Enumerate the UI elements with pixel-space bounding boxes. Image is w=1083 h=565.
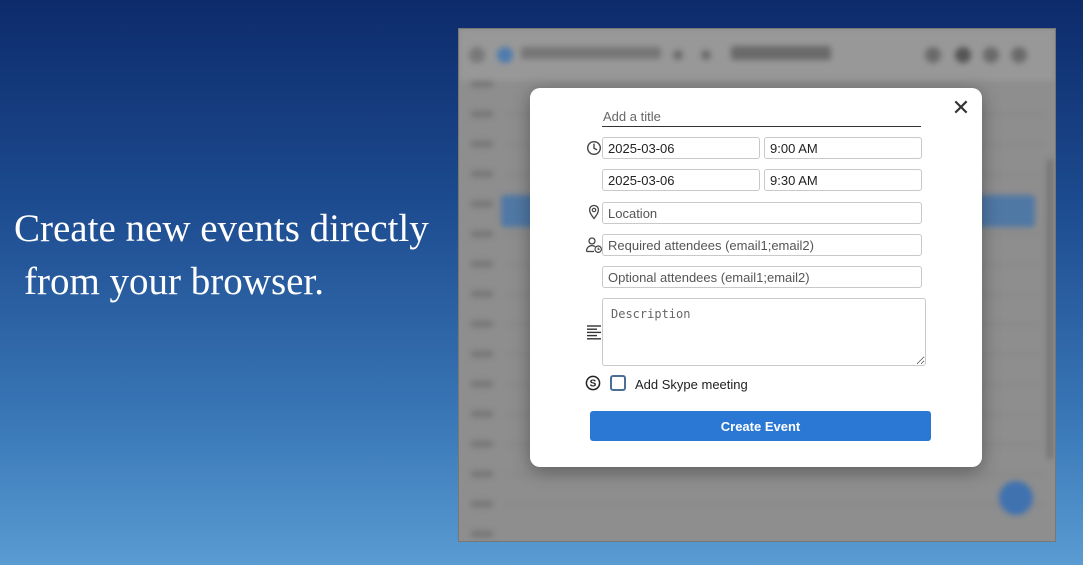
end-time-field[interactable]: [764, 169, 922, 191]
skype-icon: S: [585, 375, 601, 391]
align-left-icon: [587, 325, 601, 340]
clock-icon: [586, 140, 602, 156]
skype-meeting-label: Add Skype meeting: [635, 377, 748, 392]
start-time-field[interactable]: [764, 137, 922, 159]
optional-attendees-input[interactable]: [602, 266, 922, 288]
close-icon[interactable]: ✕: [950, 98, 972, 120]
start-date-field[interactable]: [602, 137, 760, 159]
promo-text: Create new events directly from your bro…: [14, 202, 454, 308]
title-input[interactable]: [602, 106, 921, 127]
location-input[interactable]: [602, 202, 922, 224]
end-date-field[interactable]: [602, 169, 760, 191]
attendees-icon: [585, 237, 603, 254]
description-textarea[interactable]: [602, 298, 926, 366]
required-attendees-input[interactable]: [602, 234, 922, 256]
skype-meeting-checkbox[interactable]: [610, 375, 626, 391]
location-pin-icon: [588, 204, 600, 220]
promo-line-1: Create new events directly: [14, 207, 429, 250]
svg-text:S: S: [590, 379, 597, 390]
create-event-button[interactable]: Create Event: [590, 411, 931, 441]
new-event-dialog: ✕ S Add Skype meeting Create Even: [530, 88, 982, 467]
promo-line-2: from your browser.: [24, 260, 325, 303]
